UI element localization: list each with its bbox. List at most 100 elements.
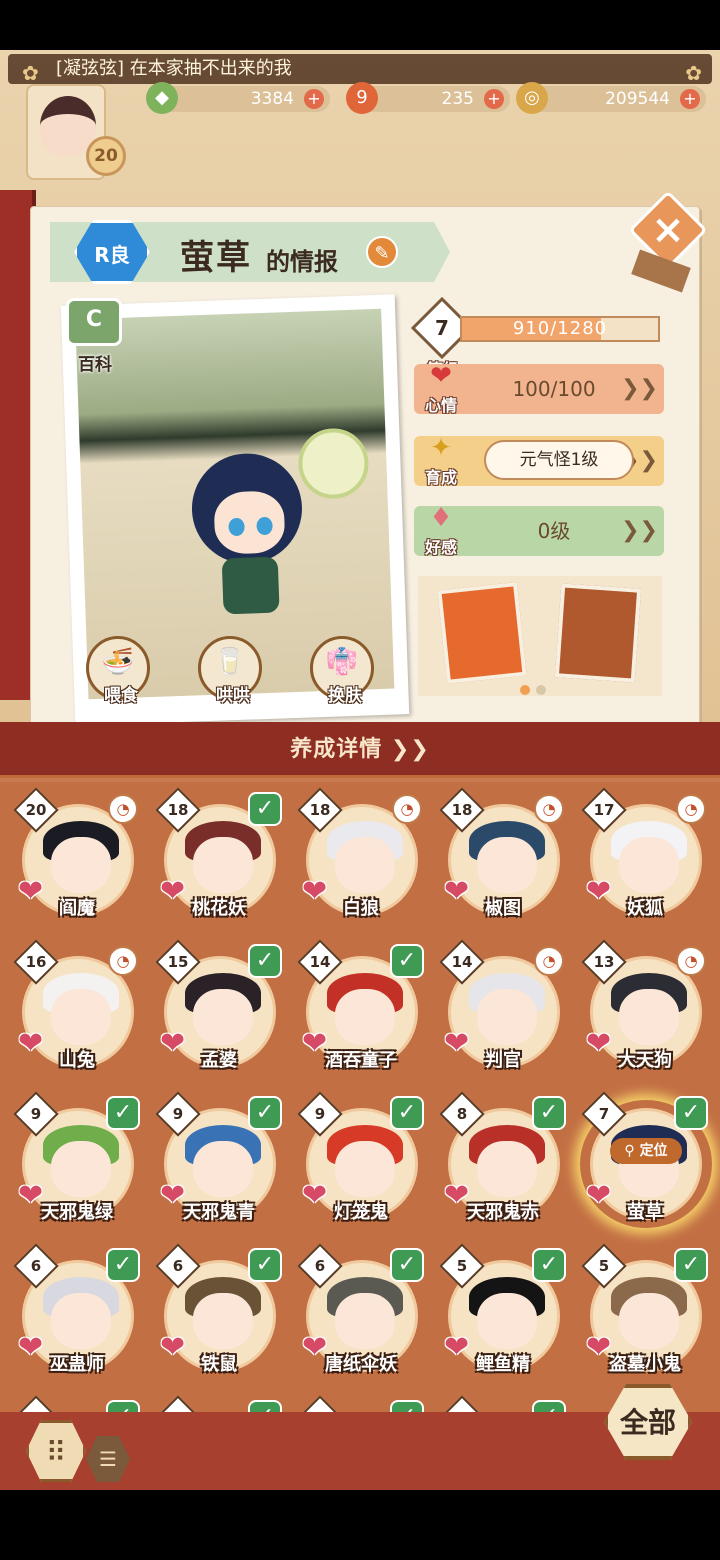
character-card[interactable]: 18 ◔ ❤ 椒图	[438, 787, 568, 934]
character-card[interactable]: 8 ✓ ❤ 天邪鬼赤	[438, 1091, 568, 1238]
rarity-label: R良	[94, 243, 130, 267]
portrait-face	[477, 837, 537, 893]
character-level: 8	[456, 1105, 468, 1123]
portrait-face	[51, 1141, 111, 1197]
character-card[interactable]: 9 ✓ ❤ 天邪鬼绿	[12, 1091, 142, 1238]
portrait-face	[51, 1293, 111, 1349]
locate-label: 定位	[639, 1143, 668, 1159]
level-value: 7	[435, 316, 449, 340]
portrait-face	[335, 1141, 395, 1197]
event-cards	[418, 576, 662, 696]
character-card[interactable]: 6 ✓ ❤ 铁鼠	[154, 1243, 284, 1390]
food-request-icon: ◔	[534, 794, 564, 824]
character-card[interactable]: 6 ✓ ❤ 唐纸伞妖	[296, 1243, 426, 1390]
skin-button[interactable]: 👘 换肤	[310, 636, 374, 706]
character-name-label: 椒图	[485, 898, 521, 919]
character-name-label: 阎魔	[59, 898, 95, 919]
checkmark-icon: ✓	[532, 1248, 566, 1282]
marquee-text: [凝弦弦] 在本家抽不出来的我	[56, 58, 292, 79]
character-name-label: 酒吞童子	[325, 1050, 397, 1071]
feed-label: 喂食	[104, 686, 138, 706]
checkmark-icon: ✓	[106, 1096, 140, 1130]
portrait-face	[477, 1141, 537, 1197]
mood-icon: ❤ 心情	[418, 360, 464, 415]
comfort-label: 哄哄	[216, 686, 250, 706]
character-level: 14	[451, 953, 473, 971]
character-card[interactable]: 16 ◔ ❤ 山兔	[12, 939, 142, 1086]
nurture-detail-toggle[interactable]: 养成详情 ❯❯	[0, 722, 720, 778]
character-card[interactable]: 9 ✓ ❤ 灯笼鬼	[296, 1091, 426, 1238]
milk-carton-icon: 🥛	[213, 647, 247, 677]
mood-value: 100/100	[512, 377, 596, 401]
exp-bar: 910/1280	[460, 316, 660, 342]
portrait-face	[619, 1293, 679, 1349]
character-name-label: 鲤鱼精	[476, 1354, 530, 1375]
character-level: 13	[593, 953, 615, 971]
page-dot-active	[520, 685, 530, 695]
character-name-label: 灯笼鬼	[334, 1202, 388, 1223]
add-jade-button[interactable]: +	[304, 89, 324, 109]
jade-counter[interactable]: ◆ 3384 +	[146, 82, 330, 114]
checkmark-icon: ✓	[248, 1248, 282, 1282]
character-level: 6	[172, 1257, 184, 1275]
skin-label: 换肤	[328, 686, 362, 706]
flower-icon: ✿	[685, 61, 702, 85]
character-level: 18	[167, 801, 189, 819]
character-level: 16	[25, 953, 47, 971]
character-card[interactable]: 20 ◔ ❤ 阎魔	[12, 787, 142, 934]
mood-row[interactable]: ❤ 心情 100/100 ❯❯	[414, 361, 664, 415]
portrait-face	[335, 837, 395, 893]
encyclopedia-button[interactable]: C 百科	[56, 298, 134, 375]
rename-button[interactable]: ✎	[366, 236, 398, 268]
character-name-label: 天邪鬼绿	[41, 1202, 113, 1223]
character-level: 15	[167, 953, 189, 971]
character-card[interactable]: 6 ✓ ❤ 巫蛊师	[12, 1243, 142, 1390]
announcement-marquee: ✿ [凝弦弦] 在本家抽不出来的我 ✿	[8, 54, 712, 85]
character-card[interactable]: 18 ✓ ❤ 桃花妖	[154, 787, 284, 934]
character-card[interactable]: 14 ◔ ❤ 判官	[438, 939, 568, 1086]
portrait-face	[477, 989, 537, 1045]
ticket-icon: 9	[346, 82, 378, 114]
locate-button[interactable]: ⚲ 定位	[610, 1138, 682, 1164]
character-grid: 20 ◔ ❤ 阎魔 18 ✓ ❤ 桃花妖 18 ◔ ❤ 白狼 18 ◔ ❤ 椒图 17 ◔ ❤ 妖狐 16 ◔ ❤ 山兔 15 ✓…	[0, 782, 720, 1442]
nurture-icon: ✦ 育成	[418, 432, 464, 487]
comfort-button[interactable]: 🥛 哄哄	[198, 636, 262, 706]
character-card[interactable]: 5 ✓ ❤ 鲤鱼精	[438, 1243, 568, 1390]
character-card[interactable]: 14 ✓ ❤ 酒吞童子	[296, 939, 426, 1086]
shrine-card[interactable]	[554, 583, 642, 683]
checkmark-icon: ✓	[390, 1248, 424, 1282]
checkmark-icon: ✓	[390, 944, 424, 978]
character-card[interactable]: 5 ✓ ❤ 盗墓小鬼	[580, 1243, 710, 1390]
close-icon: ×	[651, 207, 685, 253]
portrait-face	[193, 1293, 253, 1349]
character-name-label: 判官	[485, 1050, 521, 1071]
character-card[interactable]: 7 ✓ ❤ ⚲ 定位 萤草	[580, 1091, 710, 1238]
noodle-bowl-icon: 🍜	[101, 647, 135, 677]
portrait-face	[193, 1141, 253, 1197]
mystery-card[interactable]	[437, 582, 527, 684]
checkmark-icon: ✓	[248, 944, 282, 978]
add-coin-button[interactable]: +	[680, 89, 700, 109]
character-card[interactable]: 17 ◔ ❤ 妖狐	[580, 787, 710, 934]
character-card[interactable]: 9 ✓ ❤ 天邪鬼青	[154, 1091, 284, 1238]
character-name-label: 大天狗	[618, 1050, 672, 1071]
ticket-value: 235	[441, 89, 474, 109]
character-sprite[interactable]	[189, 431, 315, 615]
ticket-counter[interactable]: 9 235 +	[346, 82, 510, 114]
food-request-icon: ◔	[108, 794, 138, 824]
add-ticket-button[interactable]: +	[484, 89, 504, 109]
character-name-label: 山兔	[59, 1050, 95, 1071]
character-card[interactable]: 15 ✓ ❤ 孟婆	[154, 939, 284, 1086]
sprite-body	[221, 556, 280, 615]
feed-button[interactable]: 🍜 喂食	[86, 636, 150, 706]
character-level: 9	[314, 1105, 326, 1123]
encyclopedia-label: 百科	[78, 355, 112, 375]
mood-label: 心情	[424, 396, 457, 415]
coin-counter[interactable]: ◎ 209544 +	[516, 82, 706, 114]
food-request-icon: ◔	[392, 794, 422, 824]
character-card[interactable]: 18 ◔ ❤ 白狼	[296, 787, 426, 934]
character-name-label: 盗墓小鬼	[609, 1354, 681, 1375]
character-card[interactable]: 13 ◔ ❤ 大天狗	[580, 939, 710, 1086]
affinity-row[interactable]: ♦ 好感 0级 ❯❯	[414, 503, 664, 557]
checkmark-icon: ✓	[674, 1248, 708, 1282]
